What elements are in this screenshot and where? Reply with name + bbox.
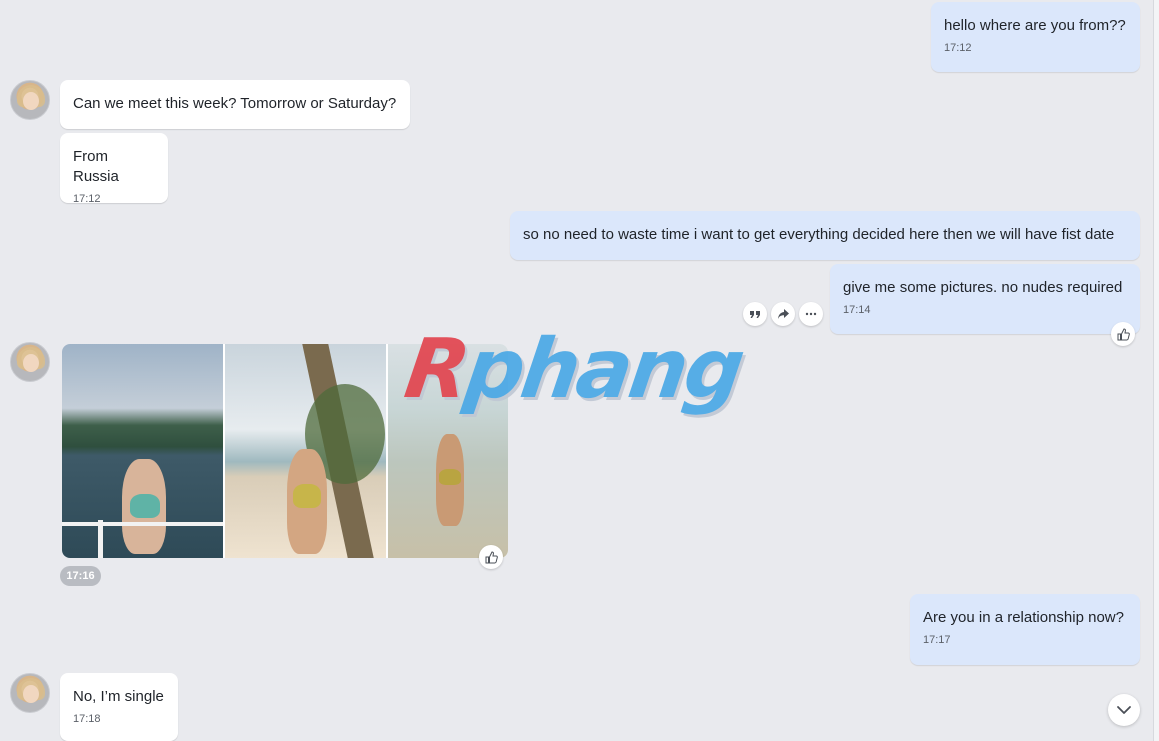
watermark-logo: Rphang [399, 322, 748, 417]
outgoing-message[interactable]: give me some pictures. no nudes required… [830, 264, 1140, 334]
incoming-message[interactable]: Can we meet this week? Tomorrow or Satur… [60, 80, 410, 129]
scrollbar[interactable] [1153, 0, 1159, 741]
scroll-to-bottom-button[interactable] [1108, 694, 1140, 726]
photo[interactable] [225, 344, 386, 558]
message-text: From Russia [73, 148, 119, 185]
message-text: Can we meet this week? Tomorrow or Satur… [73, 95, 397, 112]
message-time: 17:12 [73, 193, 101, 205]
message-text: No, I’m single [73, 688, 164, 705]
message-time: 17:12 [944, 42, 972, 54]
message-time: 17:17 [923, 634, 951, 646]
message-time: 17:16 [60, 566, 101, 586]
chevron-down-icon [1117, 706, 1131, 714]
more-icon[interactable] [799, 302, 823, 326]
thumbs-up-icon[interactable] [479, 545, 503, 569]
photo[interactable] [62, 344, 223, 558]
message-text: give me some pictures. no nudes required [843, 279, 1123, 296]
outgoing-message[interactable]: Are you in a relationship now? 17:17 [910, 594, 1140, 665]
thumbs-up-icon[interactable] [1111, 322, 1135, 346]
avatar[interactable] [10, 342, 50, 382]
incoming-message[interactable]: From Russia 17:12 [60, 133, 168, 205]
avatar[interactable] [10, 80, 50, 120]
outgoing-message[interactable]: so no need to waste time i want to get e… [510, 211, 1140, 260]
message-text: so no need to waste time i want to get e… [523, 226, 1115, 243]
outgoing-message[interactable]: hello where are you from?? 17:12 [931, 2, 1140, 72]
message-time: 17:18 [73, 713, 101, 725]
avatar[interactable] [10, 673, 50, 713]
message-time: 17:14 [843, 304, 871, 316]
incoming-message[interactable]: No, I’m single 17:18 [60, 673, 178, 741]
message-text: Are you in a relationship now? [923, 609, 1124, 626]
message-text: hello where are you from?? [944, 17, 1126, 34]
forward-icon[interactable] [771, 302, 795, 326]
